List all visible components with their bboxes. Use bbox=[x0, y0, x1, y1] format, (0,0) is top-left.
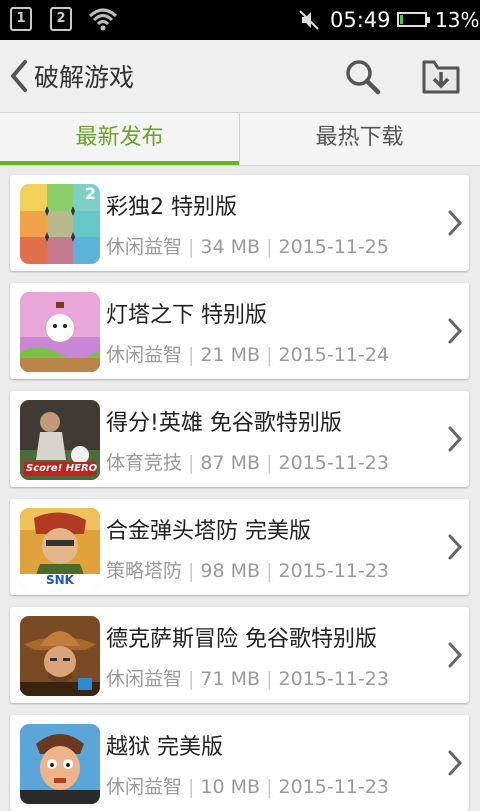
app-name: 越狱 完美版 bbox=[106, 735, 223, 760]
app-size: 34 MB bbox=[200, 236, 261, 258]
list-item[interactable]: SNK 合金弹头塔防 完美版 策略塔防 | 98 MB | 2015-11-23 bbox=[10, 499, 469, 595]
app-name: 得分!英雄 免谷歌特别版 bbox=[106, 411, 342, 436]
app-category: 休闲益智 bbox=[106, 236, 183, 258]
status-bar: 1 2 05:49 13% bbox=[0, 0, 480, 40]
app-category: 休闲益智 bbox=[106, 668, 183, 690]
wifi-icon bbox=[88, 8, 118, 31]
app-name: 彩独2 特别版 bbox=[106, 195, 237, 220]
meta-separator: | bbox=[266, 776, 273, 798]
app-size: 21 MB bbox=[200, 344, 261, 366]
sim2-label: 2 bbox=[56, 11, 66, 26]
app-meta: 休闲益智 | 21 MB | 2015-11-24 bbox=[106, 340, 389, 367]
app-category: 体育竞技 bbox=[106, 452, 183, 474]
clock: 05:49 bbox=[330, 8, 391, 32]
app-date: 2015-11-23 bbox=[278, 776, 389, 798]
app-header: 破解游戏 bbox=[0, 40, 480, 113]
meta-separator: | bbox=[266, 452, 273, 474]
snk-logo-label: SNK bbox=[46, 573, 74, 587]
score-hero-icon: Score! HERO bbox=[20, 400, 100, 480]
prison-break-icon bbox=[20, 724, 100, 804]
list-item[interactable]: Score! HERO 得分!英雄 免谷歌特别版 体育竞技 | 87 MB | 2015… bbox=[10, 391, 469, 487]
texas-cowboy-icon bbox=[20, 616, 100, 696]
app-category: 休闲益智 bbox=[106, 344, 183, 366]
meta-separator: | bbox=[266, 344, 273, 366]
app-category: 策略塔防 bbox=[106, 560, 183, 582]
chevron-right-icon bbox=[448, 750, 463, 776]
chevron-right-icon bbox=[448, 318, 463, 344]
search-icon[interactable] bbox=[344, 58, 382, 96]
app-date: 2015-11-23 bbox=[278, 560, 389, 582]
tab-hot-downloads[interactable]: 最热下载 bbox=[240, 113, 479, 165]
app-date: 2015-11-23 bbox=[278, 668, 389, 690]
app-date: 2015-11-23 bbox=[278, 452, 389, 474]
meta-separator: | bbox=[188, 776, 195, 798]
app-name: 灯塔之下 特别版 bbox=[106, 303, 267, 328]
app-date: 2015-11-25 bbox=[278, 236, 389, 258]
app-meta: 策略塔防 | 98 MB | 2015-11-23 bbox=[106, 556, 389, 583]
chevron-right-icon bbox=[448, 210, 463, 236]
app-size: 87 MB bbox=[200, 452, 261, 474]
meta-separator: | bbox=[266, 236, 273, 258]
battery-icon bbox=[397, 12, 430, 27]
meta-separator: | bbox=[266, 668, 273, 690]
chevron-right-icon bbox=[448, 642, 463, 668]
score-hero-logo-label: Score! HERO bbox=[26, 463, 98, 474]
app-category: 休闲益智 bbox=[106, 776, 183, 798]
app-date: 2015-11-24 bbox=[278, 344, 389, 366]
app-name: 合金弹头塔防 完美版 bbox=[106, 519, 311, 544]
battery-level-fill bbox=[400, 15, 403, 24]
meta-separator: | bbox=[266, 560, 273, 582]
chevron-right-icon bbox=[448, 426, 463, 452]
tab-bar: 最新发布 最热下载 bbox=[0, 113, 480, 166]
sim1-icon: 1 bbox=[10, 7, 32, 31]
app-size: 10 MB bbox=[200, 776, 261, 798]
meta-separator: | bbox=[188, 452, 195, 474]
app-name: 德克萨斯冒险 免谷歌特别版 bbox=[106, 627, 377, 652]
app-meta: 体育竞技 | 87 MB | 2015-11-23 bbox=[106, 448, 389, 475]
page-title: 破解游戏 bbox=[34, 63, 135, 92]
sudoku-badge-label: 2 bbox=[84, 184, 96, 203]
chevron-right-icon bbox=[448, 534, 463, 560]
sim1-label: 1 bbox=[16, 11, 26, 26]
list-item[interactable]: 2 彩独2 特别版 休闲益智 | 34 MB | 2015-11-25 bbox=[10, 175, 469, 271]
metal-slug-defense-icon: SNK bbox=[20, 508, 100, 588]
mute-icon bbox=[299, 10, 319, 30]
meta-separator: | bbox=[188, 236, 195, 258]
list-item[interactable]: 越狱 完美版 休闲益智 | 10 MB | 2015-11-23 bbox=[10, 715, 469, 811]
battery-percent: 13% bbox=[435, 8, 480, 32]
meta-separator: | bbox=[188, 668, 195, 690]
tab-latest[interactable]: 最新发布 bbox=[0, 113, 239, 165]
sim2-icon: 2 bbox=[50, 7, 72, 31]
app-meta: 休闲益智 | 34 MB | 2015-11-25 bbox=[106, 232, 389, 259]
meta-separator: | bbox=[188, 560, 195, 582]
download-folder-icon[interactable] bbox=[422, 58, 460, 94]
lighthouse-icon bbox=[20, 292, 100, 372]
list-item[interactable]: 德克萨斯冒险 免谷歌特别版 休闲益智 | 71 MB | 2015-11-23 bbox=[10, 607, 469, 703]
color-sudoku-icon: 2 bbox=[20, 184, 100, 264]
app-meta: 休闲益智 | 10 MB | 2015-11-23 bbox=[106, 772, 389, 799]
app-size: 98 MB bbox=[200, 560, 261, 582]
meta-separator: | bbox=[188, 344, 195, 366]
list-item[interactable]: 灯塔之下 特别版 休闲益智 | 21 MB | 2015-11-24 bbox=[10, 283, 469, 379]
app-meta: 休闲益智 | 71 MB | 2015-11-23 bbox=[106, 664, 389, 691]
app-size: 71 MB bbox=[200, 668, 261, 690]
back-arrow-icon[interactable] bbox=[8, 58, 30, 94]
